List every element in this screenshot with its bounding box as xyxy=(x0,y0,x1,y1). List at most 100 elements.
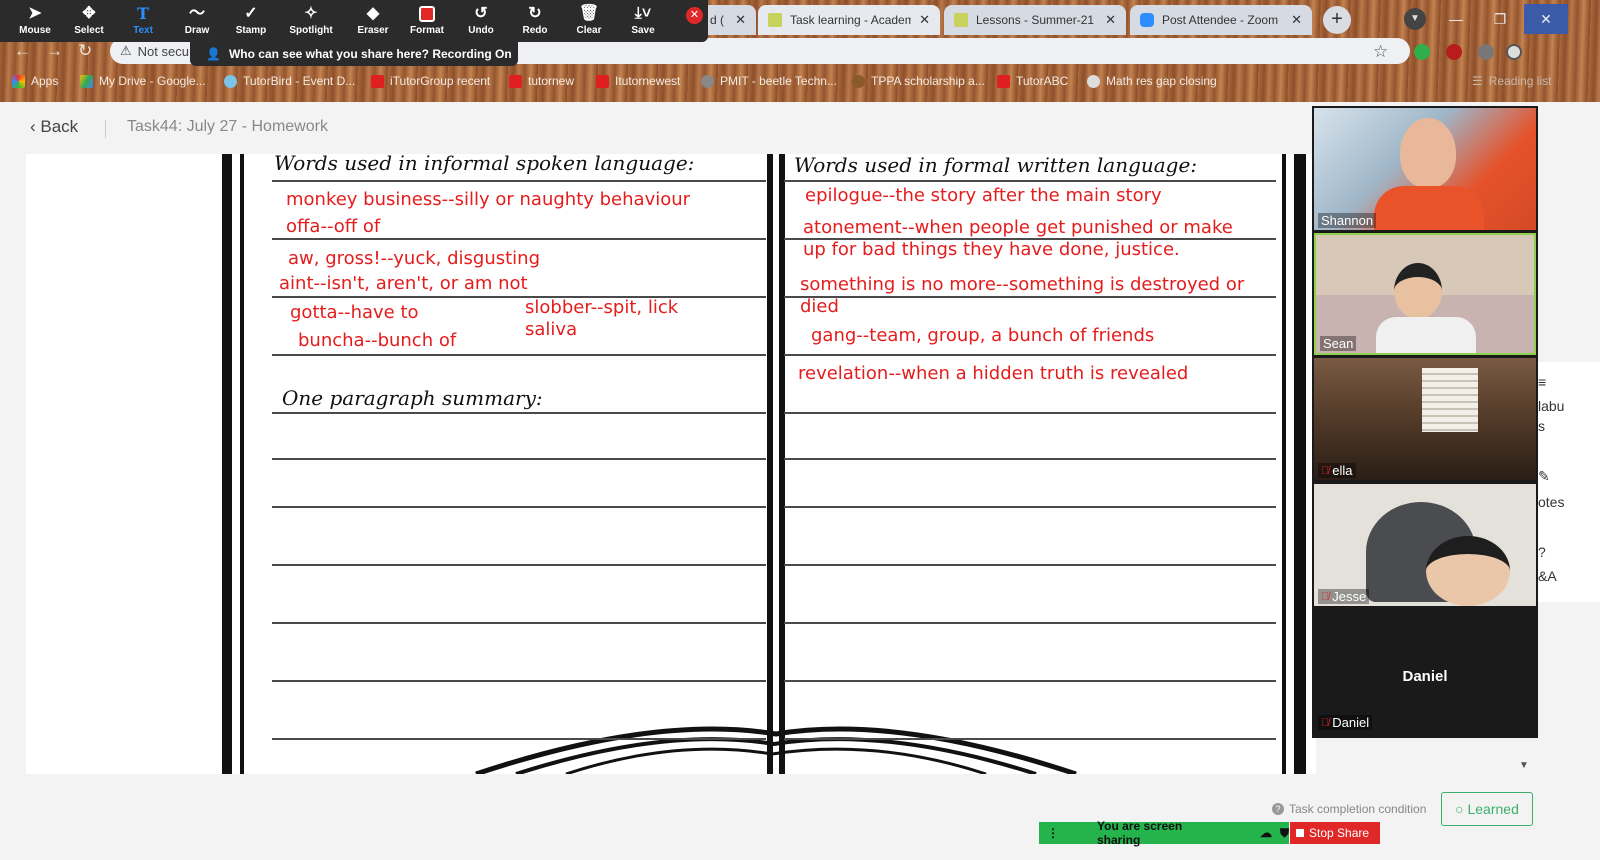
new-tab-plus-icon[interactable]: + xyxy=(1323,6,1351,34)
breadcrumb: Task44: July 27 - Homework xyxy=(127,118,328,135)
participant-name: 🎙̸ Jesse xyxy=(1318,589,1370,604)
drive-icon xyxy=(80,74,93,88)
close-icon[interactable]: ✕ xyxy=(1105,12,1116,28)
menu-icon[interactable]: ≡ xyxy=(1538,374,1546,390)
tool-undo[interactable]: ↺ Undo xyxy=(454,3,508,41)
task-completion-condition[interactable]: ? Task completion condition xyxy=(1272,802,1426,816)
bookmark-itutorgroup[interactable]: iTutorGroup recent xyxy=(371,74,490,88)
tab-partial[interactable]: d ( ✕ xyxy=(700,5,756,35)
extension-icon[interactable] xyxy=(1414,44,1430,60)
rule-line xyxy=(784,458,1276,460)
back-button[interactable]: ‹ Back xyxy=(30,117,78,137)
puzzle-icon[interactable] xyxy=(1478,44,1494,60)
tutor-icon xyxy=(954,13,968,27)
question-icon[interactable]: ? xyxy=(1538,544,1546,560)
annotation-text[interactable]: monkey business--silly or naughty behavi… xyxy=(286,189,690,211)
restore-icon[interactable]: ❐ xyxy=(1478,4,1522,34)
tab-zoom[interactable]: Post Attendee - Zoom ✕ xyxy=(1130,5,1312,35)
recording-banner[interactable]: 👤 Who can see what you share here? Recor… xyxy=(190,42,518,66)
annotation-text[interactable]: revelation--when a hidden truth is revea… xyxy=(798,363,1188,385)
reading-list[interactable]: ☰ Reading list xyxy=(1472,74,1551,88)
minimize-icon[interactable]: — xyxy=(1434,4,1478,34)
squiggle-icon: 〜 xyxy=(188,5,205,22)
side-panel-partial: ≡ labu s ✎ otes ? &A xyxy=(1538,362,1600,602)
reload-icon[interactable]: ↻ xyxy=(78,41,92,61)
annotation-text[interactable]: offa--off of xyxy=(286,216,380,238)
bookmark-tutorabc[interactable]: TutorABC xyxy=(997,74,1068,88)
tool-text[interactable]: T Text xyxy=(116,3,170,41)
video-tile-jesse[interactable]: 🎙̸ Jesse xyxy=(1314,484,1536,606)
tool-draw[interactable]: 〜 Draw xyxy=(170,3,224,41)
bookmark-my-drive[interactable]: My Drive - Google... xyxy=(80,74,206,88)
annotation-text[interactable]: aint--isn't, aren't, or am not xyxy=(279,273,528,295)
tool-redo[interactable]: ↻ Redo xyxy=(508,3,562,41)
close-icon[interactable]: ✕ xyxy=(919,12,930,28)
window-close-icon[interactable]: ✕ xyxy=(1524,4,1568,34)
close-annotation-icon[interactable]: ✕ xyxy=(686,7,703,24)
tool-mouse[interactable]: ➤ Mouse xyxy=(8,3,62,41)
tool-spotlight[interactable]: ✧ Spotlight xyxy=(284,3,338,41)
bookmark-tppa[interactable]: TPPA scholarship a... xyxy=(852,74,985,88)
rule-line xyxy=(272,622,766,624)
bookmark-math[interactable]: Math res gap closing xyxy=(1087,74,1217,88)
annotation-text[interactable]: gotta--have to xyxy=(290,302,419,324)
book-pages-curve xyxy=(475,726,1077,774)
tool-format[interactable]: Format xyxy=(400,3,454,41)
book-border-left-inner xyxy=(240,154,244,774)
scroll-down-icon[interactable]: ▼ xyxy=(1519,760,1529,771)
divider xyxy=(105,120,106,138)
screen-sharing-bar[interactable]: ⋮ You are screen sharing ☁ ⛊ xyxy=(1039,819,1289,847)
bookmark-itutornewest[interactable]: Itutornewest xyxy=(596,74,680,88)
rule-line xyxy=(784,738,1276,740)
annotation-text[interactable]: gang--team, group, a bunch of friends xyxy=(811,325,1154,347)
stop-share-button[interactable]: Stop Share xyxy=(1290,822,1380,844)
undo-icon: ↺ xyxy=(474,5,488,22)
back-arrow-icon[interactable]: ← xyxy=(14,41,31,61)
text-t-icon: T xyxy=(137,4,149,23)
annotation-text[interactable]: slobber--spit, lick xyxy=(525,297,678,319)
ublock-icon[interactable] xyxy=(1446,44,1462,60)
annotation-text[interactable]: died xyxy=(800,296,839,318)
rule-line xyxy=(272,680,766,682)
tool-save[interactable]: ⤓˅ Save xyxy=(616,3,670,41)
tab-lessons[interactable]: Lessons - Summer-21 - ✕ xyxy=(944,5,1126,35)
video-tile-ella[interactable]: 🎙̸ ella xyxy=(1314,358,1536,480)
annotation-text[interactable]: buncha--bunch of xyxy=(298,330,456,352)
bookmark-apps[interactable]: Apps xyxy=(12,74,58,88)
bookmark-tutorbird[interactable]: TutorBird - Event D... xyxy=(224,74,355,88)
annotation-text[interactable]: atonement--when people get punished or m… xyxy=(803,217,1233,239)
rule-line xyxy=(272,180,766,182)
tool-stamp[interactable]: ✓ Stamp xyxy=(224,3,278,41)
rule-line xyxy=(784,622,1276,624)
annotation-text[interactable]: up for bad things they have done, justic… xyxy=(803,239,1180,261)
globe-icon xyxy=(701,74,714,88)
bookmark-pmit[interactable]: PMIT - beetle Techn... xyxy=(701,74,837,88)
annotation-text[interactable]: saliva xyxy=(525,319,577,341)
annotation-text[interactable]: aw, gross!--yuck, disgusting xyxy=(288,248,540,270)
zoom-annotation-toolbar: ➤ Mouse ✥ Select T Text 〜 Draw ✓ Stamp ✧ Spotl… xyxy=(0,0,708,42)
star-icon[interactable]: ☆ xyxy=(1373,42,1388,62)
bookmark-tutornew[interactable]: tutornew xyxy=(509,74,574,88)
shield-icon: ⛊ xyxy=(1279,825,1289,840)
person-icon: 👤 xyxy=(206,47,221,61)
download-menu-icon[interactable]: ▼ xyxy=(1404,8,1426,30)
video-tile-shannon[interactable]: Shannon xyxy=(1314,108,1536,230)
tab-task-learning[interactable]: Task learning - Academ ✕ xyxy=(758,5,940,35)
close-icon[interactable]: ✕ xyxy=(735,12,746,28)
avatar[interactable] xyxy=(1506,44,1522,60)
question-circle-icon: ? xyxy=(1272,803,1284,815)
reading-list-icon: ☰ xyxy=(1472,74,1483,88)
tool-eraser[interactable]: ◆ Eraser xyxy=(346,3,400,41)
forward-arrow-icon[interactable]: → xyxy=(46,41,63,61)
learned-button[interactable]: ○ Learned xyxy=(1441,792,1533,826)
annotation-text[interactable]: epilogue--the story after the main story xyxy=(805,185,1162,207)
close-icon[interactable]: ✕ xyxy=(1291,12,1302,28)
tool-select[interactable]: ✥ Select xyxy=(62,3,116,41)
video-tile-sean[interactable]: Sean xyxy=(1314,233,1536,355)
pencil-icon[interactable]: ✎ xyxy=(1538,468,1550,485)
rule-line xyxy=(272,506,766,508)
tutorbird-icon xyxy=(224,74,237,88)
tool-clear[interactable]: 🗑 Clear xyxy=(562,3,616,41)
annotation-text[interactable]: something is no more--something is destr… xyxy=(800,274,1244,296)
video-tile-daniel[interactable]: Daniel 🎙̸ Daniel xyxy=(1314,610,1536,732)
